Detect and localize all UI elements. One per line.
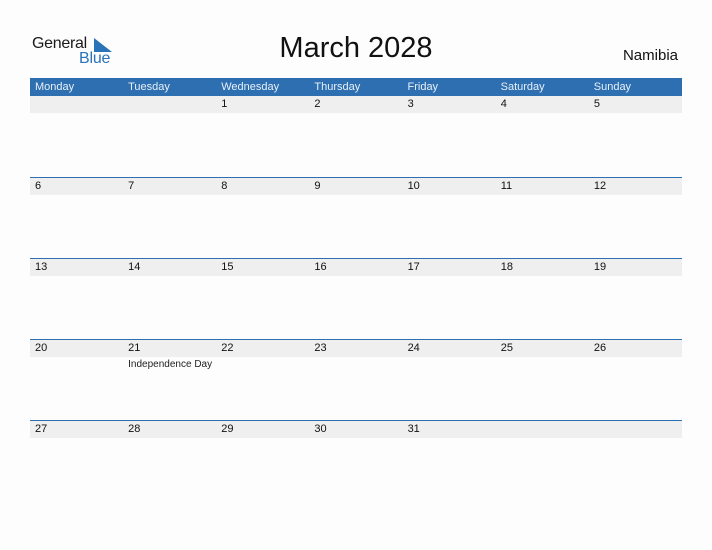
day-cell: 29	[216, 421, 309, 502]
week-row: 1 2 3 4 5	[30, 96, 682, 177]
day-cell: 28	[123, 421, 216, 502]
day-cell: 7	[123, 178, 216, 259]
day-number: 28	[128, 423, 141, 435]
day-cell: 1	[216, 96, 309, 177]
day-cell: 20	[30, 340, 123, 421]
week-row: 20 21 Independence Day 22 23 24 25 26	[30, 339, 682, 421]
day-number: 4	[500, 98, 507, 110]
weekday-friday: Friday	[407, 81, 439, 93]
day-cell: 30	[309, 421, 402, 502]
day-number: 18	[500, 261, 513, 273]
day-cell: 5	[589, 96, 682, 177]
day-cell: 24	[403, 340, 496, 421]
day-number: 9	[314, 180, 321, 192]
day-cell: 3	[403, 96, 496, 177]
day-cell: 31	[403, 421, 496, 502]
day-number: 20	[35, 342, 48, 354]
day-cell: 23	[309, 340, 402, 421]
day-number: 25	[500, 342, 513, 354]
day-number: 26	[593, 342, 607, 354]
day-number: 24	[407, 342, 420, 354]
day-number: 7	[128, 180, 135, 192]
day-cell	[30, 96, 123, 177]
day-number: 16	[314, 261, 327, 273]
day-cell: 14	[123, 259, 216, 340]
day-cell: 9	[309, 178, 402, 259]
weekday-thursday: Thursday	[314, 81, 361, 93]
holiday-label: Independence Day	[128, 359, 213, 370]
day-number: 27	[35, 423, 48, 435]
day-cell: 19	[589, 259, 682, 340]
day-cell: 22	[216, 340, 309, 421]
day-number: 21	[128, 342, 141, 354]
weekday-saturday: Saturday	[500, 81, 545, 93]
day-cell: 27	[30, 421, 123, 502]
day-cell	[123, 96, 216, 177]
day-number: 17	[407, 261, 420, 273]
day-cell	[589, 421, 682, 502]
day-number: 10	[407, 180, 420, 192]
day-cell: 11	[496, 178, 589, 259]
day-number: 1	[221, 98, 228, 110]
day-cell: 12	[589, 178, 682, 259]
day-cell: 4	[496, 96, 589, 177]
day-number: 22	[221, 342, 234, 354]
day-number: 19	[593, 261, 607, 273]
day-cell: 15	[216, 259, 309, 340]
day-cell: 26	[589, 340, 682, 421]
day-cell: 18	[496, 259, 589, 340]
day-cell	[496, 421, 589, 502]
weekday-monday: Monday	[35, 81, 75, 93]
week-row: 13 14 15 16 17 18 19	[30, 258, 682, 340]
day-number: 31	[407, 423, 420, 435]
weekday-sunday: Sunday	[593, 81, 632, 93]
day-cell: 13	[30, 259, 123, 340]
day-number: 30	[314, 423, 327, 435]
day-number: 14	[128, 261, 141, 273]
day-number: 6	[35, 180, 42, 192]
day-number: 3	[407, 98, 414, 110]
day-number: 29	[221, 423, 234, 435]
day-cell: 10	[403, 178, 496, 259]
day-cell: 25	[496, 340, 589, 421]
day-cell: 17	[403, 259, 496, 340]
day-number: 23	[314, 342, 327, 354]
week-row: 6 7 8 9 10 11 12	[30, 177, 682, 259]
day-number: 12	[593, 180, 607, 192]
weekday-header: Monday Tuesday Wednesday Thursday Friday…	[30, 78, 682, 96]
day-number: 13	[35, 261, 48, 273]
day-number: 5	[593, 98, 600, 110]
day-cell: 6	[30, 178, 123, 259]
week-row: 27 28 29 30 31	[30, 420, 682, 502]
weekday-wednesday: Wednesday	[221, 81, 280, 93]
day-cell: 8	[216, 178, 309, 259]
day-cell: 21 Independence Day	[123, 340, 216, 421]
calendar-title: March 2028	[279, 32, 433, 64]
country-label: Namibia	[622, 47, 678, 64]
day-number: 15	[221, 261, 234, 273]
day-number: 2	[314, 98, 321, 110]
day-number: 8	[221, 180, 228, 192]
day-number: 11	[500, 180, 513, 192]
day-cell: 16	[309, 259, 402, 340]
day-cell: 2	[309, 96, 402, 177]
weekday-tuesday: Tuesday	[128, 81, 170, 93]
